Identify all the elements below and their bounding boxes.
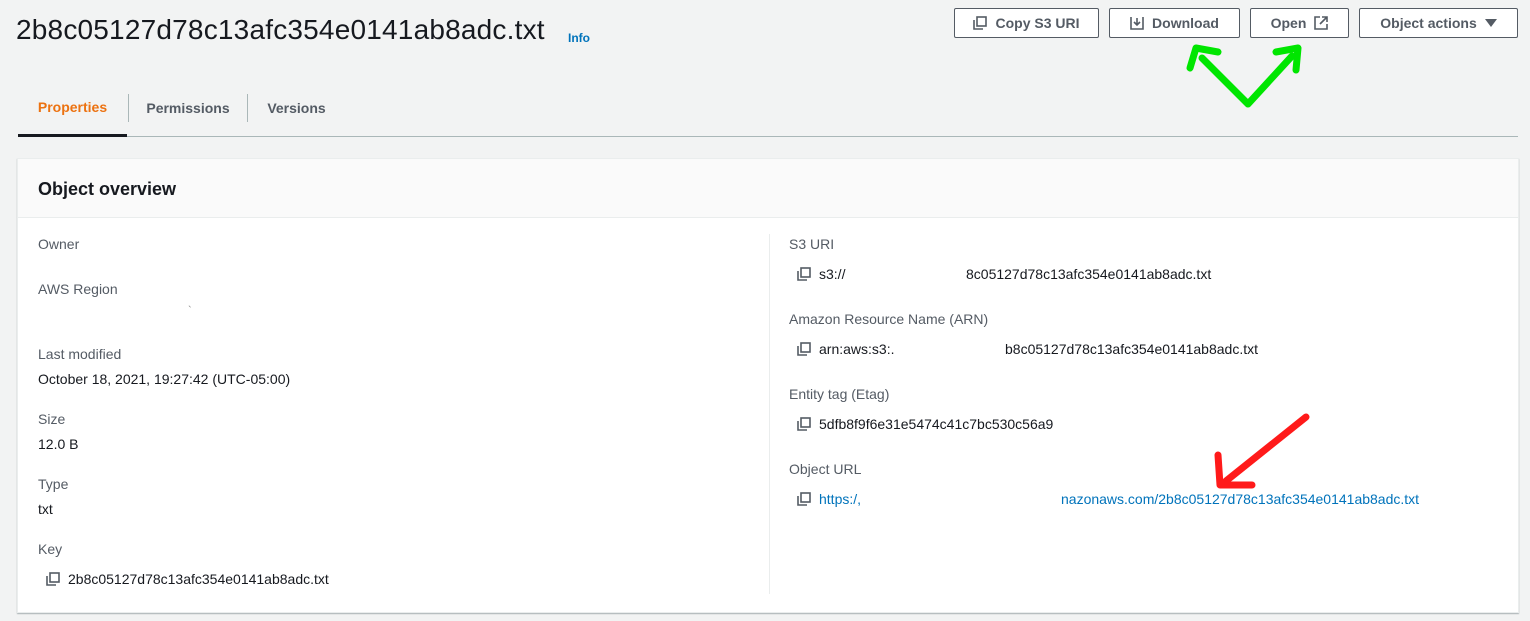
open-button[interactable]: Open (1250, 8, 1349, 38)
arn-value-suffix: b8c05127d78c13afc354e0141ab8adc.txt (1005, 341, 1258, 357)
object-overview-panel: Object overview Owner AWS Region ` Last … (17, 158, 1519, 613)
type-value: txt (38, 501, 53, 517)
size-label: Size (38, 411, 66, 427)
column-divider (769, 234, 770, 594)
copy-etag-icon[interactable] (797, 417, 811, 431)
panel-header: Object overview (18, 159, 1518, 218)
copy-s3-uri-button[interactable]: Copy S3 URI (954, 8, 1099, 38)
arn-label: Amazon Resource Name (ARN) (789, 311, 989, 327)
object-url-label: Object URL (789, 461, 862, 477)
copy-s3-uri-label: Copy S3 URI (995, 15, 1080, 31)
region-label: AWS Region (38, 281, 118, 297)
info-link[interactable]: Info (568, 31, 590, 45)
download-label: Download (1152, 15, 1219, 31)
size-value: 12.0 B (38, 436, 79, 452)
s3-uri-value-prefix: s3:// (819, 266, 846, 282)
tab-bar: Properties Permissions Versions (18, 80, 1518, 137)
key-value: 2b8c05127d78c13afc354e0141ab8adc.txt (68, 571, 329, 587)
copy-icon (973, 16, 988, 30)
s3-uri-label: S3 URI (789, 236, 835, 252)
download-button[interactable]: Download (1109, 8, 1240, 38)
copy-arn-icon[interactable] (797, 342, 811, 356)
region-value: ` (188, 305, 192, 317)
copy-key-icon[interactable] (46, 572, 60, 586)
external-link-icon (1314, 16, 1329, 30)
object-url-link-prefix[interactable]: https:/, (819, 491, 861, 507)
type-label: Type (38, 476, 69, 492)
etag-value: 5dfb8f9f6e31e5474c41c7bc530c56a9 (819, 416, 1054, 432)
last-modified-label: Last modified (38, 346, 122, 362)
tab-permissions[interactable]: Permissions (129, 80, 247, 136)
tab-divider (247, 94, 248, 122)
last-modified-value: October 18, 2021, 19:27:42 (UTC-05:00) (38, 371, 291, 387)
download-icon (1130, 16, 1144, 30)
page-title: 2b8c05127d78c13afc354e0141ab8adc.txt (16, 14, 545, 45)
etag-label: Entity tag (Etag) (789, 386, 890, 402)
arn-value-prefix: arn:aws:s3:. (819, 341, 895, 357)
owner-label: Owner (38, 236, 80, 252)
panel-title: Object overview (38, 179, 177, 199)
tab-properties[interactable]: Properties (18, 80, 127, 137)
object-actions-dropdown[interactable]: Object actions (1359, 8, 1518, 38)
object-actions-label: Object actions (1380, 15, 1477, 31)
s3-uri-value-suffix: 8c05127d78c13afc354e0141ab8adc.txt (966, 266, 1212, 282)
key-label: Key (38, 541, 63, 557)
tab-versions[interactable]: Versions (249, 80, 344, 136)
copy-object-url-icon[interactable] (797, 492, 811, 506)
object-url-link-suffix[interactable]: nazonaws.com/2b8c05127d78c13afc354e0141a… (1061, 491, 1419, 507)
copy-s3-uri-icon[interactable] (797, 267, 811, 281)
open-label: Open (1270, 15, 1307, 31)
caret-down-icon (1484, 18, 1497, 28)
